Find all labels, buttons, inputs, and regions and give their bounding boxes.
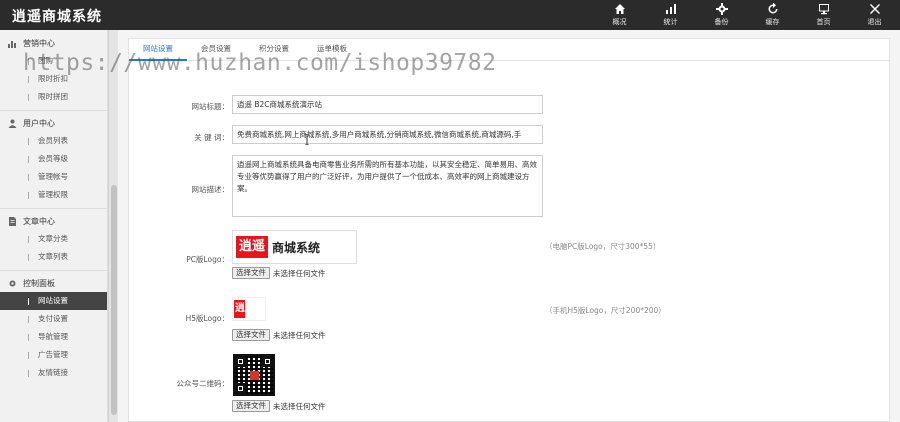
pc-logo-label: PC版Logo： [186, 255, 229, 264]
sidebar-group-control[interactable]: 控制面板 [0, 275, 107, 292]
sidebar-item-flash-group[interactable]: 限时拼团 [0, 88, 107, 106]
tab-waybill-template[interactable]: 运单模板 [303, 39, 361, 61]
qr-code-image [233, 354, 275, 396]
keywords-label: 关 键 词： [194, 133, 229, 142]
h5-logo-file-picker[interactable]: 选择文件 未选择任何文件 [232, 329, 326, 341]
sidebar-item-site-settings[interactable]: 网站设置 [0, 292, 107, 310]
sidebar-item-article-category[interactable]: 文章分类 [0, 230, 107, 248]
sidebar-group-marketing[interactable]: 营销中心 [0, 35, 107, 52]
pc-logo-choose-file-button[interactable]: 选择文件 [232, 267, 270, 279]
nav-backup-label: 备份 [714, 18, 729, 26]
gear-icon [715, 3, 728, 15]
qr-no-file-text: 未选择任何文件 [273, 401, 326, 411]
nav-stats-button[interactable]: 统计 [645, 0, 696, 30]
nav-stats-label: 统计 [663, 18, 678, 26]
sidebar-item-ads[interactable]: 广告管理 [0, 346, 107, 364]
sidebar-item-member-list[interactable]: 会员列表 [0, 132, 107, 150]
divider [0, 270, 107, 271]
qr-code-label: 公众号二维码： [176, 379, 230, 388]
qr-choose-file-button[interactable]: 选择文件 [232, 400, 270, 412]
site-title-label: 网站标题： [191, 102, 230, 111]
sidebar-item-admin-accounts[interactable]: 管理帐号 [0, 168, 107, 186]
nav-home-label: 首页 [816, 18, 831, 26]
sidebar-item-payment-settings[interactable]: 支付设置 [0, 310, 107, 328]
app-title: 逍遥商城系统 [12, 9, 102, 25]
bar-chart-icon [665, 4, 676, 14]
top-nav: 概况 统计 备份 缓存 首页 退出 [594, 0, 900, 30]
monitor-icon [818, 4, 829, 15]
sidebar-group-users[interactable]: 用户中心 [0, 115, 107, 132]
pc-logo-file-picker[interactable]: 选择文件 未选择任何文件 [232, 267, 326, 279]
sidebar-group-label: 营销中心 [23, 39, 55, 48]
sidebar-item-groupbuy[interactable]: 团购 [0, 52, 107, 70]
nav-overview-label: 概况 [612, 18, 627, 26]
text-cursor-icon [305, 134, 309, 145]
qr-finder-pattern [235, 356, 246, 367]
home-icon [614, 4, 625, 14]
tab-bar: 网站设置 会员设置 积分设置 运单模板 [129, 39, 889, 61]
nav-logout-label: 退出 [867, 18, 882, 26]
pc-logo-no-file-text: 未选择任何文件 [273, 268, 326, 278]
divider [0, 110, 107, 111]
h5-logo-mark: 逍遥 [234, 300, 256, 318]
qr-finder-pattern [235, 383, 246, 394]
main-content: 网站设置 会员设置 积分设置 运单模板 网站标题： 逍遥 B2C商城系统演示站 … [118, 30, 900, 422]
logo-red-mark: 逍遥 [236, 236, 269, 258]
sidebar-group-label: 文章中心 [23, 217, 55, 226]
nav-logout-button[interactable]: 退出 [849, 0, 900, 30]
logo-text: 商城系统 [272, 240, 321, 255]
sidebar-group-label: 用户中心 [23, 119, 55, 128]
h5-logo-no-file-text: 未选择任何文件 [273, 330, 326, 340]
qr-code-file-picker[interactable]: 选择文件 未选择任何文件 [232, 400, 326, 412]
h5-logo-label: H5版Logo： [185, 314, 229, 323]
description-label: 网站描述： [191, 185, 230, 194]
sidebar-group-articles[interactable]: 文章中心 [0, 213, 107, 230]
nav-cache-label: 缓存 [765, 18, 780, 26]
settings-icon [9, 280, 16, 287]
sidebar-scrollbar[interactable] [108, 30, 118, 422]
scrollbar-thumb[interactable] [111, 185, 117, 415]
nav-home-button[interactable]: 首页 [798, 0, 849, 30]
qr-finder-pattern [262, 356, 273, 367]
qr-center-logo [250, 371, 259, 380]
pc-logo-preview: 逍遥 商城系统 [232, 230, 357, 264]
sidebar-group-label: 控制面板 [23, 279, 55, 288]
tab-points-settings[interactable]: 积分设置 [245, 39, 303, 61]
h5-logo-hint: （手机H5版Logo，尺寸200*200） [545, 306, 666, 315]
refresh-icon [768, 3, 777, 14]
nav-overview-button[interactable]: 概况 [594, 0, 645, 30]
document-icon [9, 217, 16, 226]
sidebar-item-navigation[interactable]: 导航管理 [0, 328, 107, 346]
sidebar: 营销中心 团购 限时折扣 限时拼团 用户中心 会员列表 会员等级 管理帐号 管理… [0, 30, 108, 422]
tab-site-settings[interactable]: 网站设置 [129, 39, 187, 61]
h5-logo-preview: 逍遥 [232, 297, 266, 321]
pc-logo-hint: （电脑PC版Logo，尺寸300*55） [545, 242, 661, 251]
chart-icon [8, 41, 16, 48]
sidebar-item-flash-discount[interactable]: 限时折扣 [0, 70, 107, 88]
settings-panel: 网站设置 会员设置 积分设置 运单模板 网站标题： 逍遥 B2C商城系统演示站 … [128, 38, 890, 422]
h5-logo-choose-file-button[interactable]: 选择文件 [232, 329, 270, 341]
top-bar: 逍遥商城系统 概况 统计 备份 缓存 首页 退出 [0, 0, 900, 30]
user-icon [8, 119, 17, 128]
sidebar-item-member-level[interactable]: 会员等级 [0, 150, 107, 168]
sidebar-item-links[interactable]: 友情链接 [0, 364, 107, 382]
description-textarea[interactable]: 逍遥网上商城系统具备电商零售业务所需的所有基本功能，以其安全稳定、简单易用、高效… [232, 155, 543, 217]
sidebar-item-admin-permissions[interactable]: 管理权限 [0, 186, 107, 204]
keywords-input[interactable]: 免费商城系统,网上商城系统,多用户商城系统,分销商城系统,微信商城系统,商城源码… [232, 125, 543, 144]
nav-backup-button[interactable]: 备份 [696, 0, 747, 30]
sidebar-item-article-list[interactable]: 文章列表 [0, 248, 107, 266]
site-title-input[interactable]: 逍遥 B2C商城系统演示站 [232, 95, 543, 114]
tab-member-settings[interactable]: 会员设置 [187, 39, 245, 61]
close-icon [869, 4, 880, 14]
nav-cache-button[interactable]: 缓存 [747, 0, 798, 30]
divider [0, 208, 107, 209]
